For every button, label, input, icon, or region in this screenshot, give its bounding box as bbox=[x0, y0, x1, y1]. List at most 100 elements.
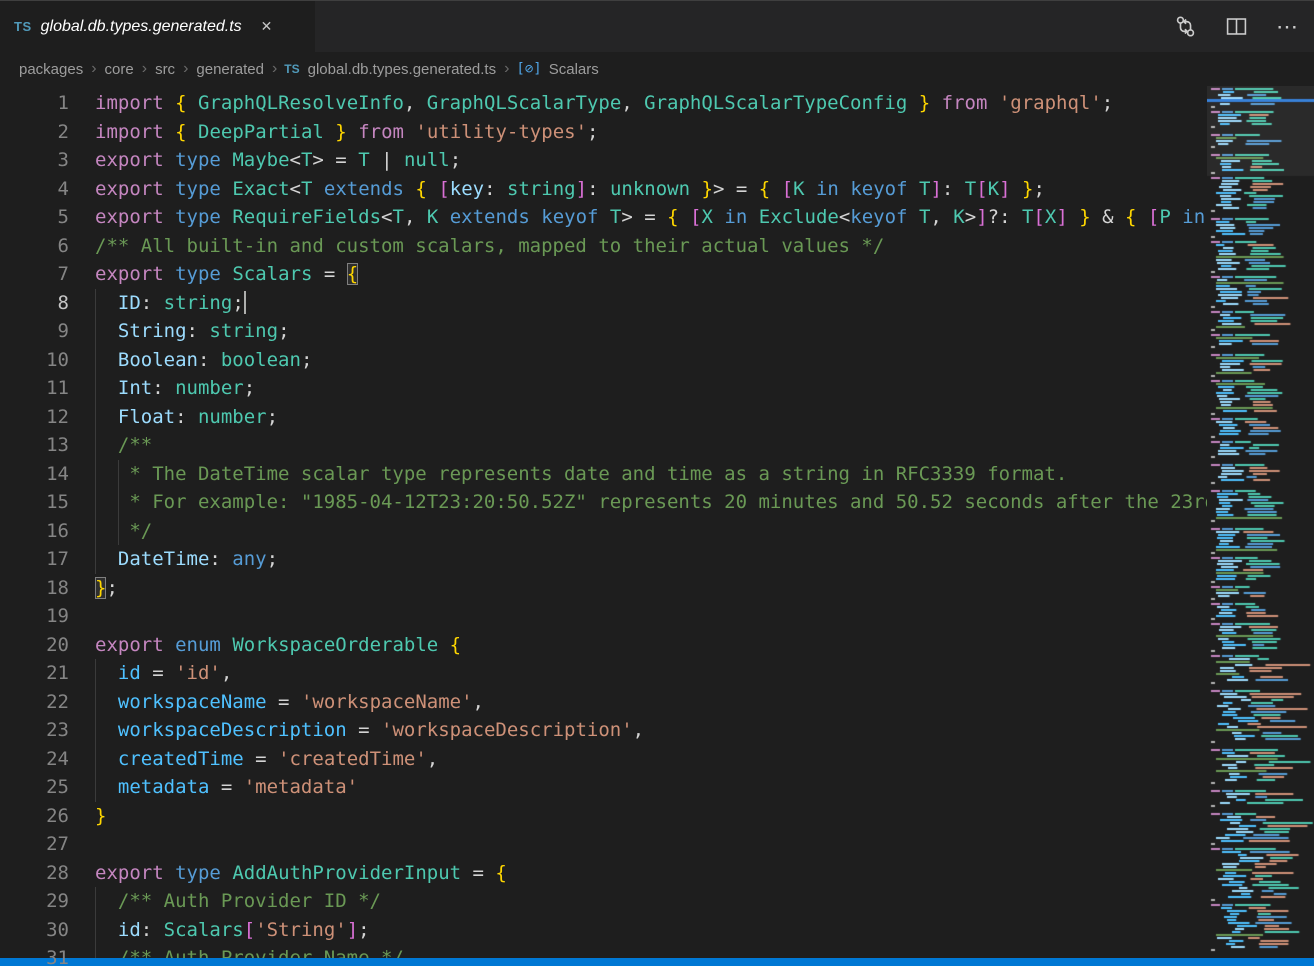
line-number[interactable]: 21 bbox=[0, 659, 95, 688]
code-line[interactable]: id: Scalars['String']; bbox=[95, 916, 1207, 945]
line-number[interactable]: 7 bbox=[0, 260, 95, 289]
code-line[interactable]: workspaceDescription = 'workspaceDescrip… bbox=[95, 716, 1207, 745]
code-token: number bbox=[198, 406, 267, 428]
code-token: : bbox=[187, 320, 210, 342]
code-line[interactable]: Int: number; bbox=[95, 374, 1207, 403]
code-line[interactable]: import { DeepPartial } from 'utility-typ… bbox=[95, 118, 1207, 147]
code-line[interactable]: import { GraphQLResolveInfo, GraphQLScal… bbox=[95, 89, 1207, 118]
code-line[interactable]: export type Maybe<T> = T | null; bbox=[95, 146, 1207, 175]
minimap[interactable] bbox=[1207, 86, 1314, 958]
code-line[interactable]: */ bbox=[95, 517, 1207, 546]
indent-guide bbox=[95, 916, 96, 945]
line-number[interactable]: 27 bbox=[0, 830, 95, 859]
code-line[interactable]: export type Exact<T extends { [key: stri… bbox=[95, 175, 1207, 204]
code-token: } bbox=[335, 121, 346, 143]
code-token bbox=[164, 862, 175, 884]
code-line[interactable]: workspaceName = 'workspaceName', bbox=[95, 688, 1207, 717]
code-line[interactable]: export enum WorkspaceOrderable { bbox=[95, 631, 1207, 660]
gutter[interactable]: 1234567891011121314151617181920212223242… bbox=[0, 89, 95, 966]
line-number[interactable]: 9 bbox=[0, 317, 95, 346]
code-token bbox=[930, 92, 941, 114]
code-line[interactable]: DateTime: any; bbox=[95, 545, 1207, 574]
line-number[interactable]: 15 bbox=[0, 488, 95, 517]
code-line[interactable]: String: string; bbox=[95, 317, 1207, 346]
breadcrumb-item[interactable]: packages bbox=[18, 61, 84, 78]
code-line[interactable]: export type Scalars = { bbox=[95, 260, 1207, 289]
line-number[interactable]: 29 bbox=[0, 887, 95, 916]
code-line[interactable]: Float: number; bbox=[95, 403, 1207, 432]
line-number[interactable]: 3 bbox=[0, 146, 95, 175]
line-number[interactable]: 26 bbox=[0, 802, 95, 831]
line-number[interactable]: 12 bbox=[0, 403, 95, 432]
more-actions-icon[interactable]: ⋯ bbox=[1276, 16, 1298, 38]
line-number[interactable]: 14 bbox=[0, 460, 95, 489]
code-line[interactable]: createdTime = 'createdTime', bbox=[95, 745, 1207, 774]
code-line[interactable]: /** Auth Provider Name */ bbox=[95, 944, 1207, 958]
line-number[interactable]: 5 bbox=[0, 203, 95, 232]
code-line[interactable] bbox=[95, 602, 1207, 631]
open-changes-icon[interactable] bbox=[1174, 15, 1197, 38]
line-number[interactable]: 28 bbox=[0, 859, 95, 888]
code-token: { bbox=[759, 178, 770, 200]
split-editor-icon[interactable] bbox=[1225, 15, 1248, 38]
code-line[interactable]: /** bbox=[95, 431, 1207, 460]
line-number[interactable]: 25 bbox=[0, 773, 95, 802]
line-number[interactable]: 19 bbox=[0, 602, 95, 631]
line-number[interactable]: 20 bbox=[0, 631, 95, 660]
code-line[interactable]: id = 'id', bbox=[95, 659, 1207, 688]
line-number[interactable]: 6 bbox=[0, 232, 95, 261]
breadcrumb-item[interactable]: core bbox=[104, 61, 135, 78]
code-line[interactable]: export type RequireFields<T, K extends k… bbox=[95, 203, 1207, 232]
code-line[interactable]: ID: string; bbox=[95, 289, 1207, 318]
code-token: /** All built-in and custom scalars, map… bbox=[95, 235, 884, 257]
code-token: String bbox=[118, 320, 187, 342]
line-number[interactable]: 22 bbox=[0, 688, 95, 717]
typescript-file-icon: TS bbox=[284, 62, 299, 76]
code-line[interactable]: * For example: "1985-04-12T23:20:50.52Z"… bbox=[95, 488, 1207, 517]
code-token: , bbox=[473, 691, 484, 713]
code-token bbox=[164, 92, 175, 114]
code-line[interactable]: metadata = 'metadata' bbox=[95, 773, 1207, 802]
line-number[interactable]: 17 bbox=[0, 545, 95, 574]
code-line[interactable]: Boolean: boolean; bbox=[95, 346, 1207, 375]
code-line[interactable] bbox=[95, 830, 1207, 859]
line-number[interactable]: 31 bbox=[0, 944, 95, 966]
code-line[interactable]: * The DateTime scalar type represents da… bbox=[95, 460, 1207, 489]
breadcrumb-item[interactable]: src bbox=[154, 61, 176, 78]
line-number[interactable]: 8 bbox=[0, 289, 95, 318]
breadcrumb-symbol[interactable]: Scalars bbox=[548, 61, 600, 78]
line-number[interactable]: 30 bbox=[0, 916, 95, 945]
line-number[interactable]: 2 bbox=[0, 118, 95, 147]
code-token: < bbox=[290, 149, 301, 171]
line-number[interactable]: 10 bbox=[0, 346, 95, 375]
line-number[interactable]: 4 bbox=[0, 175, 95, 204]
code-token bbox=[164, 121, 175, 143]
line-number[interactable]: 18 bbox=[0, 574, 95, 603]
line-number[interactable]: 24 bbox=[0, 745, 95, 774]
editor-tab[interactable]: TS global.db.types.generated.ts ✕ bbox=[0, 1, 315, 52]
code-token: } bbox=[702, 178, 713, 200]
code-token: , bbox=[221, 662, 232, 684]
code-line[interactable]: /** Auth Provider ID */ bbox=[95, 887, 1207, 916]
code-token: , bbox=[930, 206, 953, 228]
line-number[interactable]: 1 bbox=[0, 89, 95, 118]
close-icon[interactable]: ✕ bbox=[261, 18, 273, 35]
typescript-file-icon: TS bbox=[14, 19, 32, 34]
code-line[interactable]: } bbox=[95, 802, 1207, 831]
line-number[interactable]: 13 bbox=[0, 431, 95, 460]
indent-guide bbox=[95, 317, 96, 346]
code-area[interactable]: import { GraphQLResolveInfo, GraphQLScal… bbox=[95, 89, 1207, 958]
code-token: WorkspaceOrderable bbox=[232, 634, 438, 656]
line-number[interactable]: 23 bbox=[0, 716, 95, 745]
line-number[interactable]: 11 bbox=[0, 374, 95, 403]
chevron-right-icon: › bbox=[504, 60, 509, 78]
code-token: unknown bbox=[610, 178, 690, 200]
breadcrumb-file[interactable]: global.db.types.generated.ts bbox=[307, 61, 497, 78]
breadcrumb-item[interactable]: generated bbox=[195, 61, 265, 78]
line-number[interactable]: 16 bbox=[0, 517, 95, 546]
code-line[interactable]: /** All built-in and custom scalars, map… bbox=[95, 232, 1207, 261]
code-line[interactable]: export type AddAuthProviderInput = { bbox=[95, 859, 1207, 888]
code-line[interactable]: }; bbox=[95, 574, 1207, 603]
code-token: { bbox=[495, 862, 506, 884]
code-token: } bbox=[1079, 206, 1090, 228]
